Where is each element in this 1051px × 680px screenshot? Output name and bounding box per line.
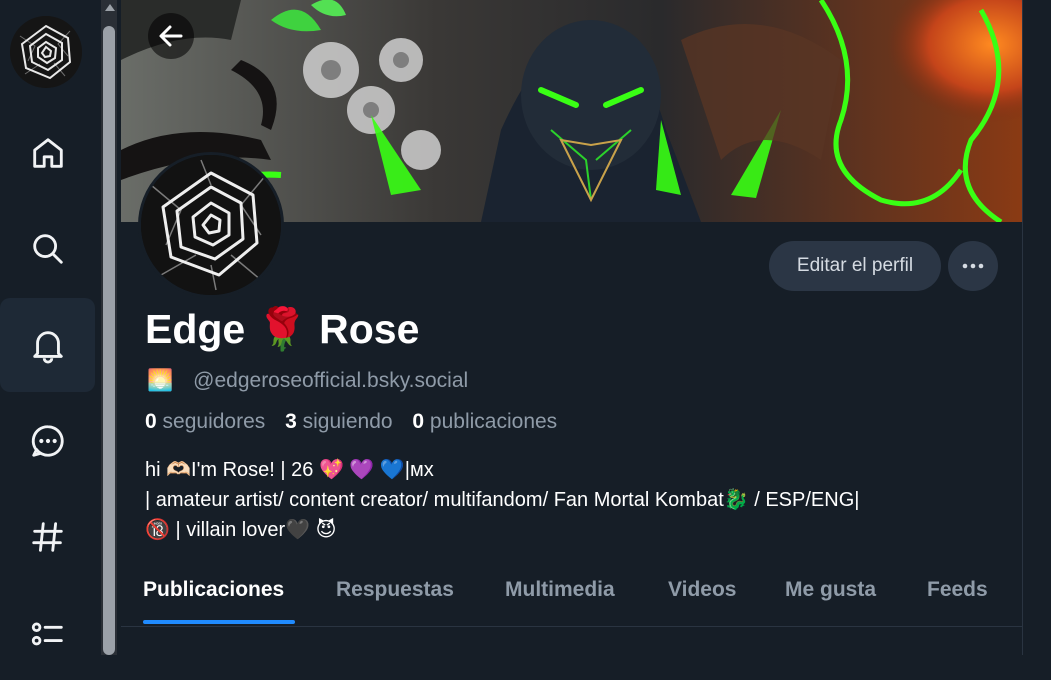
left-sidebar: [0, 0, 100, 655]
active-tab-indicator: [143, 620, 295, 624]
nav-home[interactable]: [0, 106, 95, 200]
edit-profile-button[interactable]: Editar el perfil: [769, 241, 941, 291]
profile-tabs: Publicaciones Respuestas Multimedia Vide…: [121, 562, 1022, 627]
bell-icon: [32, 331, 63, 364]
rose-emoji: 🌹: [256, 306, 308, 352]
back-button[interactable]: [148, 13, 194, 59]
followers-stat[interactable]: 0 seguidores: [145, 410, 265, 433]
profile-avatar[interactable]: [138, 152, 284, 298]
tab-feeds[interactable]: Feeds: [927, 578, 988, 602]
profile-main: Editar el perfil Edge 🌹 Rose 🌅 @edgerose…: [121, 0, 1023, 655]
display-name-first: Edge: [145, 306, 246, 352]
profile-stats: 0 seguidores 3 siguiendo 0 publicaciones: [145, 410, 571, 434]
arrow-left-icon: [159, 25, 183, 47]
user-avatar[interactable]: [10, 16, 82, 88]
bio-line: 🔞 | villain lover🖤 😈: [145, 519, 337, 541]
following-stat[interactable]: 3 siguiendo: [285, 410, 392, 433]
more-options-button[interactable]: [948, 241, 998, 291]
hashtag-icon: [31, 522, 63, 552]
bio-line: | amateur artist/ content creator/ multi…: [145, 489, 860, 511]
sunrise-emoji: 🌅: [147, 369, 174, 392]
chat-icon: [31, 425, 64, 457]
tab-respuestas[interactable]: Respuestas: [336, 578, 454, 602]
scrollbar-thumb[interactable]: [103, 26, 115, 655]
display-name: Edge 🌹 Rose: [145, 306, 419, 354]
profile-bio: hi 🫶🏻I'm Rose! | 26 💖 💜 💙|ᴍx | amateur a…: [145, 455, 859, 545]
display-name-last: Rose: [319, 306, 420, 352]
list-icon: [31, 622, 63, 646]
nav-lists[interactable]: [0, 586, 95, 680]
profile-handle[interactable]: @edgeroseofficial.bsky.social: [193, 369, 468, 393]
search-icon: [32, 234, 63, 264]
nav-feeds[interactable]: [0, 490, 95, 584]
nav-chat[interactable]: [0, 394, 95, 488]
handle-row: 🌅 @edgeroseofficial.bsky.social: [147, 369, 468, 393]
ellipsis-icon: [962, 263, 984, 269]
nav-search[interactable]: [0, 202, 95, 296]
tab-videos[interactable]: Videos: [668, 578, 736, 602]
tab-publicaciones[interactable]: Publicaciones: [143, 578, 284, 602]
tab-me-gusta[interactable]: Me gusta: [785, 578, 876, 602]
home-icon: [32, 138, 63, 168]
bio-line: hi 🫶🏻I'm Rose! | 26 💖 💜 💙|ᴍx: [145, 459, 434, 481]
scroll-up-arrow-icon[interactable]: [105, 4, 115, 11]
posts-stat: 0 publicaciones: [412, 410, 558, 433]
nav-notifications[interactable]: [0, 298, 95, 392]
tab-multimedia[interactable]: Multimedia: [505, 578, 615, 602]
